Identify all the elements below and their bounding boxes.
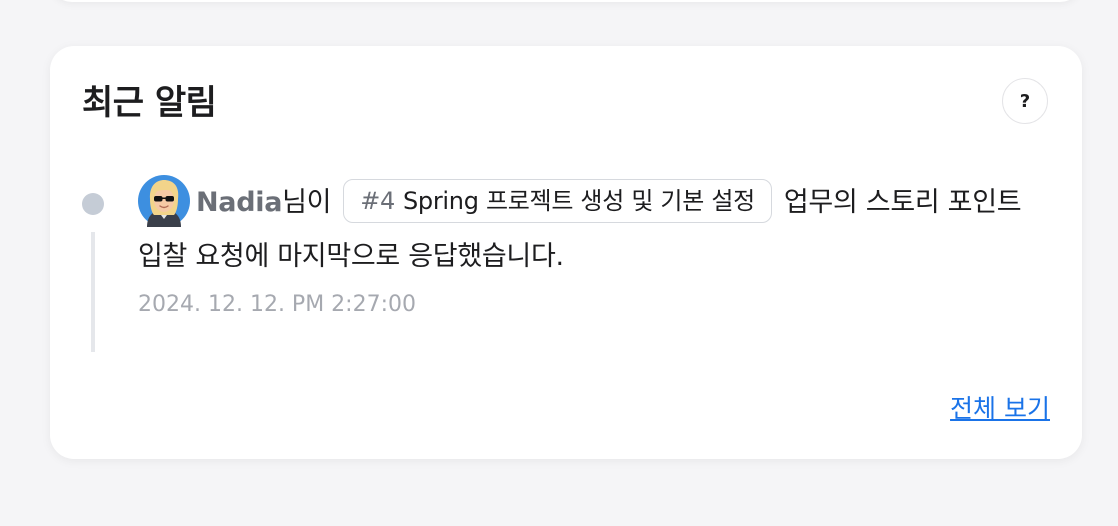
user-name[interactable]: Nadia	[196, 187, 282, 218]
notification-timestamp: 2024. 12. 12. PM 2:27:00	[138, 292, 416, 317]
previous-card	[50, 0, 1082, 2]
ticket-title: Spring 프로젝트 생성 및 기본 설정	[403, 186, 755, 215]
card-title: 최근 알림	[82, 83, 217, 123]
ticket-chip[interactable]: #4 Spring 프로젝트 생성 및 기본 설정	[343, 178, 772, 223]
help-button[interactable]: ?	[1002, 78, 1048, 124]
timeline-dot	[82, 193, 104, 215]
ticket-number: #4	[360, 186, 395, 215]
recent-notifications-card: 최근 알림 ? Nadia님이 #4 Spring 프로젝트 생성 및 기본 설정 업…	[50, 46, 1082, 459]
memoji-avatar-icon	[138, 174, 190, 227]
user-suffix: 님이	[282, 187, 332, 218]
notification-item: Nadia님이 #4 Spring 프로젝트 생성 및 기본 설정 업무의 스토리 포…	[138, 174, 1053, 317]
timeline-line	[91, 232, 95, 352]
notification-message: Nadia님이 #4 Spring 프로젝트 생성 및 기본 설정 업무의 스토리 포…	[138, 174, 1053, 284]
view-all-link[interactable]: 전체 보기	[950, 389, 1050, 425]
